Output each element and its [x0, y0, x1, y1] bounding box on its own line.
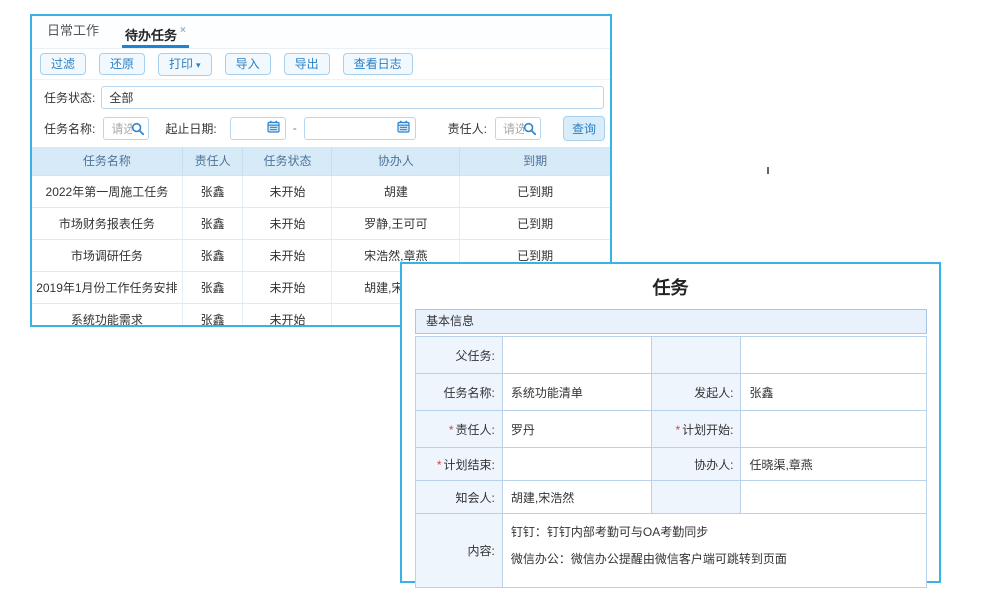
task-name-link[interactable]: 市场调研任务	[32, 239, 182, 271]
field-label: *责任人:	[416, 411, 503, 448]
task-due: 已到期	[460, 207, 610, 239]
content-line: 钉钉：钉钉内部考勤可与OA考勤同步	[511, 519, 926, 546]
field-label: *计划结束:	[416, 448, 503, 481]
page-title: 任务	[402, 274, 939, 300]
table-row: 2022年第一周施工任务 张鑫 未开始 胡建 已到期	[32, 175, 610, 207]
field-value[interactable]	[741, 337, 927, 374]
task-name-link[interactable]: 2022年第一周施工任务	[32, 175, 182, 207]
owner-link[interactable]: 张鑫	[182, 207, 243, 239]
filter-button[interactable]: 过滤	[40, 53, 86, 75]
col-due[interactable]: 到期	[460, 147, 610, 175]
field-label: 内容:	[416, 514, 503, 588]
owner-link[interactable]: 张鑫	[182, 303, 243, 327]
date-range-separator: -	[293, 121, 297, 135]
form-row-parent-task: 父任务:	[416, 337, 927, 374]
task-assistants: 胡建	[332, 175, 460, 207]
field-value[interactable]	[741, 481, 927, 514]
task-status: 未开始	[243, 239, 332, 271]
restore-button[interactable]: 还原	[99, 53, 145, 75]
col-task-name[interactable]: 任务名称	[32, 147, 182, 175]
query-button[interactable]: 查询	[563, 116, 605, 141]
print-button-label: 打印	[169, 57, 193, 71]
section-basic-info: 基本信息	[415, 309, 927, 334]
task-status: 未开始	[243, 207, 332, 239]
tab-close-icon[interactable]: ×	[180, 25, 186, 36]
task-name-filter-input[interactable]: 请选择	[103, 117, 149, 140]
task-name-link[interactable]: 市场财务报表任务	[32, 207, 182, 239]
calendar-icon[interactable]	[397, 120, 410, 136]
field-label: 任务名称:	[416, 374, 503, 411]
task-status: 未开始	[243, 271, 332, 303]
form-row-content: 内容: 钉钉：钉钉内部考勤可与OA考勤同步 微信办公：微信办公提醒由微信客户端可…	[416, 514, 927, 588]
initiator-value[interactable]: 张鑫	[741, 374, 927, 411]
print-button[interactable]: 打印▾	[158, 53, 212, 76]
owner-placeholder: 请选择	[503, 120, 524, 137]
table-row: 市场财务报表任务 张鑫 未开始 罗静,王可可 已到期	[32, 207, 610, 239]
tab-todo-label: 待办任务	[125, 28, 177, 43]
task-status: 未开始	[243, 175, 332, 207]
col-status[interactable]: 任务状态	[243, 147, 332, 175]
assistants-value[interactable]: 任晓渠,章燕	[741, 448, 927, 481]
required-star: *	[437, 458, 442, 472]
field-label: *计划开始:	[651, 411, 741, 448]
task-detail-window: 任务 基本信息 父任务: 任务名称: 系统功能清单 发起人: 张鑫	[400, 262, 941, 583]
task-due: 已到期	[460, 175, 610, 207]
owner-filter-label: 责任人:	[448, 120, 487, 137]
task-detail-form: 父任务: 任务名称: 系统功能清单 发起人: 张鑫 *责任人: 罗丹 *计划开始…	[415, 336, 927, 588]
task-name-placeholder: 请选择	[111, 120, 132, 137]
required-star: *	[449, 423, 454, 437]
plan-start-value[interactable]	[741, 411, 927, 448]
status-filter-label: 任务状态:	[44, 89, 95, 106]
form-row-owner: *责任人: 罗丹 *计划开始:	[416, 411, 927, 448]
tab-bar: 日常工作 待办任务×	[32, 16, 610, 49]
field-label	[651, 337, 741, 374]
tab-todo-tasks[interactable]: 待办任务×	[122, 16, 189, 48]
col-assistants[interactable]: 协办人	[332, 147, 460, 175]
field-label	[651, 481, 741, 514]
field-label: 发起人:	[651, 374, 741, 411]
form-row-cc: 知会人: 胡建,宋浩然	[416, 481, 927, 514]
status-filter-input[interactable]: 全部	[101, 86, 604, 109]
task-name-filter-label: 任务名称:	[44, 120, 95, 137]
owner-link[interactable]: 张鑫	[182, 271, 243, 303]
required-star: *	[675, 423, 680, 437]
task-name-value[interactable]: 系统功能清单	[502, 374, 651, 411]
calendar-icon[interactable]	[267, 120, 280, 136]
task-name-link[interactable]: 系统功能需求	[32, 303, 182, 327]
parent-task-value[interactable]	[502, 337, 651, 374]
field-label: 父任务:	[416, 337, 503, 374]
owner-link[interactable]: 张鑫	[182, 175, 243, 207]
import-button[interactable]: 导入	[225, 53, 271, 75]
toolbar: 过滤 还原 打印▾ 导入 导出 查看日志	[32, 49, 610, 80]
export-button[interactable]: 导出	[284, 53, 330, 75]
search-icon[interactable]	[523, 122, 537, 139]
task-status: 未开始	[243, 303, 332, 327]
stray-cursor-mark	[767, 167, 769, 174]
tab-daily-work[interactable]: 日常工作	[44, 16, 102, 48]
filter-panel: 任务状态: 全部 任务名称: 请选择 起止日期: -	[32, 80, 610, 141]
field-label: 知会人:	[416, 481, 503, 514]
date-from-input[interactable]	[230, 117, 286, 140]
task-assistants: 罗静,王可可	[332, 207, 460, 239]
date-to-input[interactable]	[304, 117, 416, 140]
chevron-down-icon: ▾	[196, 60, 201, 70]
form-row-task-name: 任务名称: 系统功能清单 发起人: 张鑫	[416, 374, 927, 411]
owner-link[interactable]: 张鑫	[182, 239, 243, 271]
table-header-row: 任务名称 责任人 任务状态 协办人 到期	[32, 147, 610, 175]
field-label: 协办人:	[651, 448, 741, 481]
cc-value[interactable]: 胡建,宋浩然	[502, 481, 651, 514]
content-value[interactable]: 钉钉：钉钉内部考勤可与OA考勤同步 微信办公：微信办公提醒由微信客户端可跳转到页…	[502, 514, 926, 588]
plan-end-value[interactable]	[502, 448, 651, 481]
owner-filter-input[interactable]: 请选择	[495, 117, 541, 140]
search-icon[interactable]	[131, 122, 145, 139]
view-log-button[interactable]: 查看日志	[343, 53, 413, 75]
content-line: 微信办公：微信办公提醒由微信客户端可跳转到页面	[511, 546, 926, 573]
owner-value[interactable]: 罗丹	[502, 411, 651, 448]
col-owner[interactable]: 责任人	[182, 147, 243, 175]
form-row-plan-end: *计划结束: 协办人: 任晓渠,章燕	[416, 448, 927, 481]
task-name-link[interactable]: 2019年1月份工作任务安排	[32, 271, 182, 303]
date-range-filter-label: 起止日期:	[165, 120, 216, 137]
